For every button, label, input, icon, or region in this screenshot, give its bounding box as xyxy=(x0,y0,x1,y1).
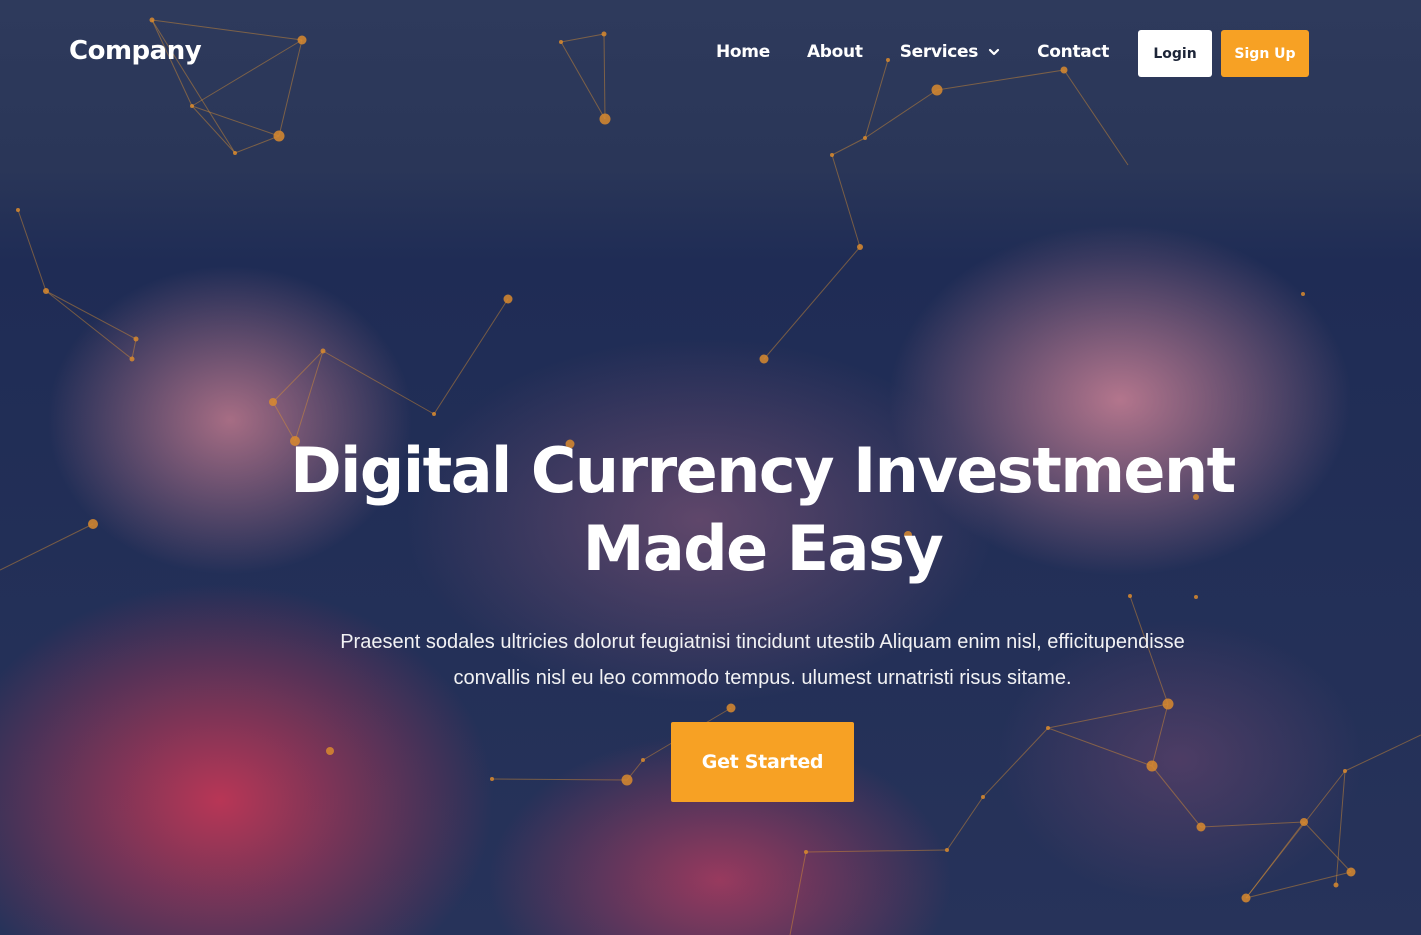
nav-home[interactable]: Home xyxy=(716,42,770,62)
hero-section: Digital Currency Investment Made Easy Pr… xyxy=(0,432,1421,696)
get-started-button[interactable]: Get Started xyxy=(671,722,854,802)
hero-description: Praesent sodales ultricies dolorut feugi… xyxy=(313,624,1213,696)
nav-about[interactable]: About xyxy=(807,42,863,62)
nav-services[interactable]: Services xyxy=(900,42,1000,62)
nav-contact[interactable]: Contact xyxy=(1037,42,1109,62)
hero-description-line-1: Praesent sodales ultricies dolorut feugi… xyxy=(340,631,1185,653)
company-logo[interactable]: Company xyxy=(69,36,202,66)
nav-services-label: Services xyxy=(899,42,979,62)
hero-description-line-2: convallis nisl eu leo commodo tempus. ul… xyxy=(453,667,1072,689)
main-nav: Home About Services Contact xyxy=(716,42,1109,62)
signup-button[interactable]: Sign Up xyxy=(1221,30,1309,77)
hero-title-line-1: Digital Currency Investment xyxy=(290,434,1236,507)
hero-title: Digital Currency Investment Made Easy xyxy=(263,432,1263,588)
chevron-down-icon xyxy=(988,48,1000,56)
hero-title-line-2: Made Easy xyxy=(582,512,944,585)
login-button[interactable]: Login xyxy=(1138,30,1212,77)
navbar: Company Home About Services Contact Logi… xyxy=(0,0,1421,108)
